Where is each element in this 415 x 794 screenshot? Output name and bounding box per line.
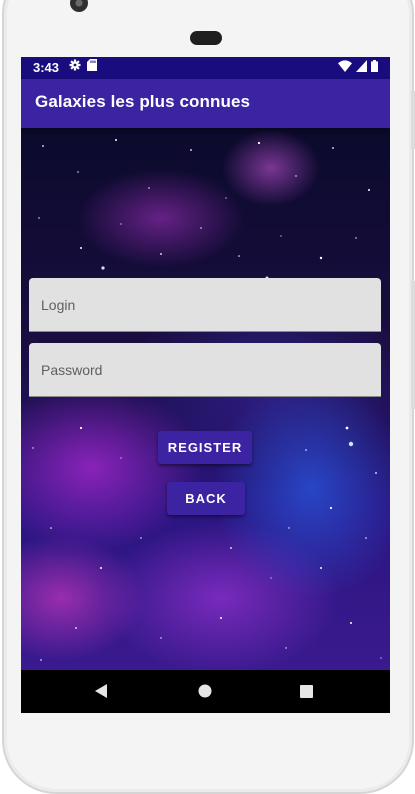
status-time: 3:43 [33,60,60,75]
power-button [411,90,415,150]
starfield [32,139,382,661]
app-title: Galaxies les plus connues [35,92,251,111]
battery-icon [371,60,378,72]
signal-icon [356,60,367,72]
status-bar: 3:43 [21,57,390,79]
app-bar: Galaxies les plus connues [21,79,390,128]
recents-square-icon[interactable] [300,685,313,698]
password-placeholder: Password [41,362,103,378]
home-circle-icon[interactable] [198,684,212,698]
register-button[interactable]: REGISTER [158,431,252,464]
earpiece-speaker [190,31,222,45]
volume-button [411,280,415,410]
login-field[interactable]: Login [29,278,381,332]
navigation-bar [21,670,390,713]
gear-icon [69,59,81,71]
galaxy-background: Login Password REGISTER BACK [21,128,390,670]
back-triangle-icon[interactable] [94,684,108,698]
sd-card-icon [87,59,97,71]
back-button[interactable]: BACK [167,482,245,515]
login-placeholder: Login [41,297,76,313]
phone-device-frame: 3:43 Galaxies les plus connues Login Pas… [0,0,415,794]
status-system-icons [338,60,378,72]
device-screen: 3:43 Galaxies les plus connues Login Pas… [21,57,390,713]
password-field[interactable]: Password [29,343,381,397]
wifi-icon [338,60,352,72]
status-notification-icons [69,59,97,71]
